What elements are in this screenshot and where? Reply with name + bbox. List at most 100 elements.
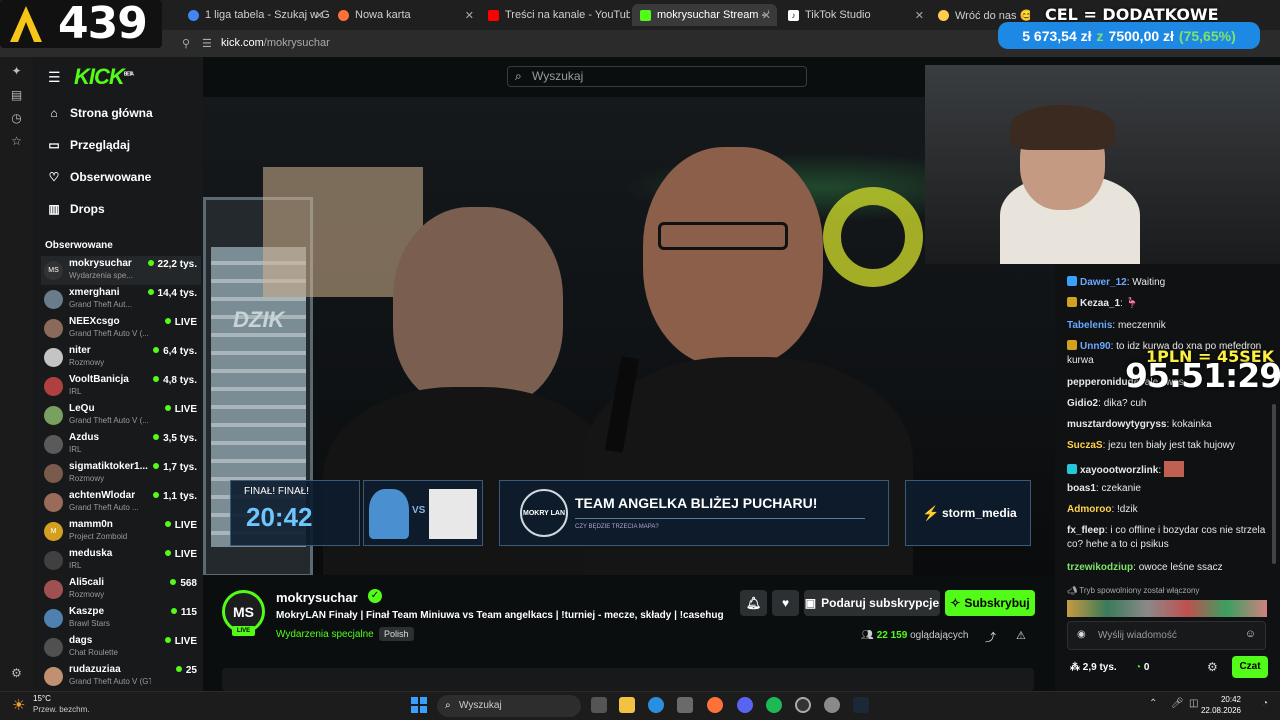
followed-channel[interactable]: sigmatiktoker1... Rozmowy 1,7 tys.	[41, 459, 201, 488]
followed-channel[interactable]: NEEXcsgo Grand Theft Auto V (... LIVE	[41, 314, 201, 343]
site-info-icon[interactable]: ⚲	[182, 37, 190, 50]
stream-info: MS LIVE mokrysuchar ✓ MokryLAN Finały | …	[203, 575, 1055, 691]
firefox-icon[interactable]	[707, 697, 723, 713]
slow-icon: 📣︎	[1067, 586, 1080, 595]
followed-channel[interactable]: Ali5cali Rozmowy 568	[41, 575, 201, 604]
steam-icon[interactable]	[853, 697, 869, 713]
followed-channel[interactable]: Mmamm0n Project Zomboid LIVE	[41, 517, 201, 546]
browser-tab-active[interactable]: mokrysuchar Stream - Watch Live✕	[632, 4, 777, 26]
clock-date[interactable]: 22.08.2026	[1199, 706, 1241, 715]
close-icon[interactable]: ✕	[465, 9, 474, 22]
discord-icon[interactable]	[737, 697, 753, 713]
network-icon[interactable]: ◫	[1189, 698, 1198, 709]
collections-icon[interactable]: ▤	[10, 89, 23, 102]
stream-category[interactable]: Wydarzenia specjalne	[276, 629, 374, 640]
gift-subs-button[interactable]: ▣ Podaruj subskrypcje	[804, 590, 940, 616]
followed-channel[interactable]: dags Chat Roulette LIVE	[41, 633, 201, 662]
followed-channel[interactable]: rudazuziaa Grand Theft Auto V (GTA) 25	[41, 662, 201, 691]
weather-desc[interactable]: Przew. bezchm.	[33, 705, 89, 714]
notifications-button[interactable]: 🔔︎	[740, 590, 767, 616]
nav-browse[interactable]: ▭ Przeglądaj	[47, 135, 130, 155]
windows-start-icon[interactable]	[411, 697, 427, 713]
emoji-icon[interactable]: ☺	[1245, 628, 1256, 640]
clock-time[interactable]: 20:42	[1199, 695, 1241, 704]
followed-channel[interactable]: niter Rozmowy 6,4 tys.	[41, 343, 201, 372]
browser-tab[interactable]: ♪ TikTok Studio ✕	[780, 4, 930, 26]
live-dot-icon	[153, 492, 160, 498]
followed-channel-name: Ali5cali	[69, 577, 105, 588]
close-icon[interactable]: ✕	[315, 9, 324, 22]
chat-settings-icon[interactable]: ⚙	[1207, 660, 1218, 674]
followed-channel[interactable]: Azdus IRL 3,5 tys.	[41, 430, 201, 459]
weather-icon[interactable]: ☀	[12, 696, 25, 714]
coins[interactable]: ◔ 0	[1135, 662, 1149, 673]
chat-username[interactable]: Unn90	[1080, 341, 1111, 352]
task-view-icon[interactable]	[591, 697, 607, 713]
chat-username[interactable]: Tabelenis	[1067, 320, 1112, 331]
address-field[interactable]: kick.com/mokrysuchar	[221, 37, 330, 49]
share-icon[interactable]: ⤴	[985, 629, 996, 645]
followed-channel[interactable]: Kaszpe Brawl Stars 115	[41, 604, 201, 633]
chat-username[interactable]: Admoroo	[1067, 504, 1111, 515]
report-icon[interactable]: ⚠	[1016, 629, 1026, 642]
chat-username[interactable]: SuczaS	[1067, 440, 1103, 451]
chat-username[interactable]: Dawer_12	[1080, 277, 1127, 288]
chat-username[interactable]: fx_fleep	[1067, 525, 1105, 536]
store-icon[interactable]	[677, 697, 693, 713]
chat-username[interactable]: xayoootworzlink	[1080, 465, 1158, 476]
chat-message: Tabelenis: meczennik	[1067, 320, 1166, 331]
chat-input[interactable]: ◉ Wyślij wiadomość ☺	[1067, 621, 1266, 650]
nav-drops[interactable]: ▥ Drops	[47, 199, 104, 219]
chat-username[interactable]: boas1	[1067, 483, 1096, 494]
chevron-up-icon[interactable]: ⌃	[1149, 698, 1157, 709]
settings-icon[interactable]: ⚙	[10, 667, 23, 680]
followed-viewer-count: 115	[170, 607, 197, 618]
menu-icon[interactable]: ☰	[48, 69, 61, 86]
glasses	[658, 222, 788, 250]
notifications-icon[interactable]: ◔	[1262, 698, 1268, 709]
chat-scrollbar[interactable]	[1272, 404, 1276, 564]
browser-tab[interactable]: 1 liga tabela - Szukaj w Google✕	[180, 4, 330, 26]
followed-channel[interactable]: xmerghani Grand Theft Aut... 14,4 tys.	[41, 285, 201, 314]
language-tag[interactable]: Polish	[379, 627, 414, 641]
mokry-lan-logo: MOKRY LAN	[520, 489, 568, 537]
followed-channel[interactable]: MS mokrysuchar Wydarzenia spe... 22,2 tys.	[41, 256, 201, 285]
followed-channel[interactable]: meduska IRL LIVE	[41, 546, 201, 575]
headline-panel: MOKRY LAN TEAM ANGELKA BLIŻEJ PUCHARU! C…	[499, 480, 889, 546]
browser-tab[interactable]: Nowa karta ✕	[330, 4, 480, 26]
heart-icon: ♡	[48, 170, 60, 184]
close-icon[interactable]: ✕	[762, 9, 771, 22]
weather-temp[interactable]: 15°C	[33, 694, 51, 703]
close-icon[interactable]: ✕	[915, 9, 924, 22]
chat-username[interactable]: Gidio2	[1067, 398, 1098, 409]
followed-viewer-count: LIVE	[164, 636, 197, 647]
chat-username[interactable]: musztardowytygryss	[1067, 419, 1166, 430]
history-icon[interactable]: ◷	[10, 112, 23, 125]
sparkle-icon[interactable]: ✦	[10, 65, 23, 78]
subscribe-button[interactable]: ✧ Subskrybuj	[945, 590, 1035, 616]
nav-following[interactable]: ♡ Obserwowane	[47, 167, 152, 187]
file-explorer-icon[interactable]	[619, 697, 635, 713]
followed-channel[interactable]: VooltBanicja IRL 4,8 tys.	[41, 372, 201, 401]
followed-channel[interactable]: achtenWlodar Grand Theft Auto ... 1,1 tys.	[41, 488, 201, 517]
edge-icon[interactable]	[648, 697, 664, 713]
microphone-icon[interactable]: 🎤︎	[1171, 698, 1184, 709]
follow-button[interactable]: ♥	[772, 590, 799, 616]
channel-points[interactable]: ⁂ 2,9 tys.	[1070, 662, 1117, 673]
nav-home[interactable]: ⌂ Strona główna	[47, 103, 152, 123]
browser-tab[interactable]: Treści na kanale - YouTube Studio	[480, 4, 630, 26]
chat-username[interactable]: Kezaa_1	[1080, 298, 1120, 309]
tune-icon[interactable]: ☰	[202, 37, 212, 50]
chat-send-button[interactable]: Czat	[1232, 656, 1268, 678]
bookmark-star-icon[interactable]: ☆	[10, 135, 23, 148]
kick-logo[interactable]: KICKBETA	[74, 64, 134, 90]
followed-channel[interactable]: LeQu Grand Theft Auto V (... LIVE	[41, 401, 201, 430]
obs-icon[interactable]	[795, 697, 811, 713]
search-input[interactable]: Wyszukaj	[507, 66, 807, 87]
taskbar-search[interactable]: ⌕ Wyszukaj	[437, 695, 581, 717]
channel-name[interactable]: mokrysuchar	[276, 590, 358, 605]
spotify-icon[interactable]	[766, 697, 782, 713]
emote-row[interactable]	[1067, 600, 1267, 617]
settings-gear-icon[interactable]	[824, 697, 840, 713]
chat-username[interactable]: trzewikodziup	[1067, 562, 1133, 573]
